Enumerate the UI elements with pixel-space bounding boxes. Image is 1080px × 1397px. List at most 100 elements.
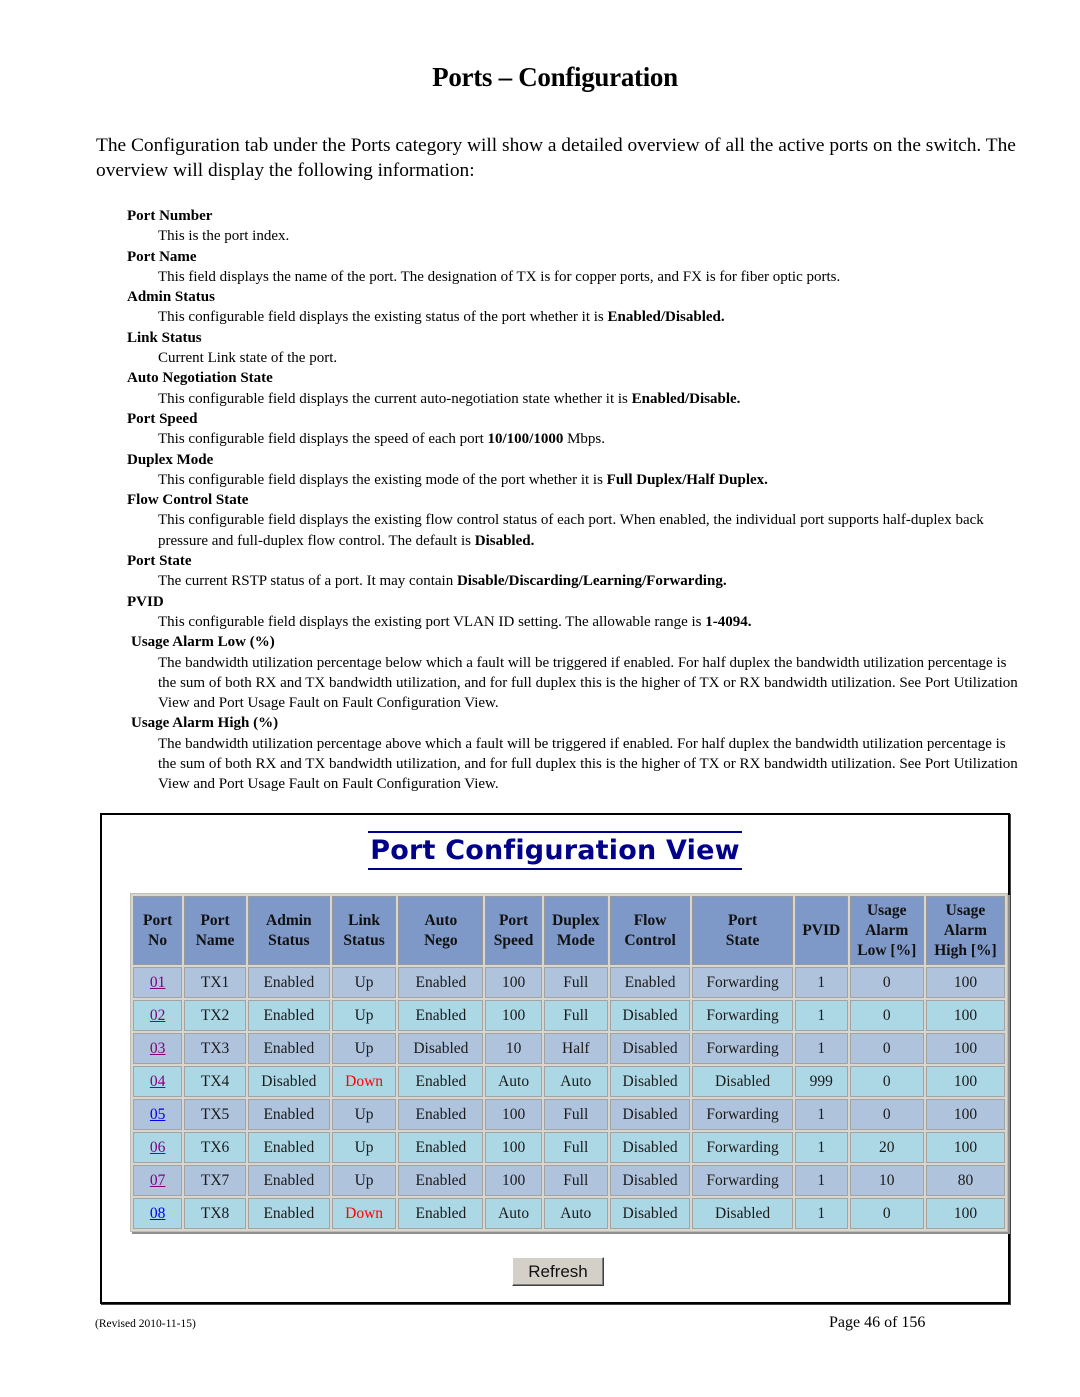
cell-value: 1 [817,973,826,991]
cell-link: Up [331,1132,397,1163]
cell-value: Forwarding [706,973,779,991]
cell-speed: 10 [485,1033,542,1064]
port-link[interactable]: 05 [150,1106,166,1123]
field-name: Flow Control State [127,492,249,509]
cell-low: 0 [849,967,924,998]
column-header-text: Admin [266,911,312,929]
table-row: 01 TX1 Enabled Up Enabled 100 Full Enabled Forwa… [133,967,1005,998]
cell-value: 0 [882,1072,891,1090]
cell-speed: Auto [485,1066,542,1097]
cell-port-no: 04 [133,1066,183,1097]
column-header-text: Flow [633,911,667,929]
cell-admin: Enabled [247,1099,330,1130]
column-header-text: Auto [424,911,458,929]
cell-value: 1 [817,1171,826,1189]
port-link[interactable]: 06 [150,1139,166,1156]
cell-state: Forwarding [692,1099,793,1130]
cell-name: TX1 [184,967,246,998]
column-header: Auto Nego [398,896,484,965]
cell-value: 10 [505,1039,522,1057]
refresh-button[interactable]: Refresh [512,1257,604,1286]
cell-value: 100 [953,1072,978,1090]
port-link[interactable]: 02 [150,1007,166,1024]
port-link[interactable]: 01 [150,974,166,991]
cell-value: Up [354,1138,374,1156]
cell-value: Forwarding [706,1006,779,1024]
cell-link: Up [331,1033,397,1064]
port-link[interactable]: 08 [150,1205,166,1222]
field-description: Current Link state of the port. [127,348,1022,368]
cell-value: Full [563,1138,589,1156]
page-title: Ports – Configuration [432,62,678,92]
cell-value: Disabled [622,1105,678,1123]
column-header-text: Control [624,931,676,949]
cell-low: 0 [849,1099,924,1130]
field-description-text: This field displays the name of the port… [158,268,841,285]
cell-value: 100 [953,1204,978,1222]
cell-flow: Disabled [609,1066,691,1097]
field-name: Link Status [127,329,202,346]
intro-paragraph: The Configuration tab under the Ports ca… [96,135,1016,181]
cell-value: Enabled [263,1171,315,1189]
field-description: This configurable field displays the exi… [127,470,1022,490]
field-name: Usage Alarm Low (%) [131,634,275,651]
cell-value: TX6 [200,1138,230,1156]
view-title: Port Configuration View [368,831,742,870]
cell-value: 1 [817,1105,826,1123]
port-link[interactable]: 03 [150,1040,166,1057]
cell-name: TX6 [184,1132,246,1163]
cell-pvid: 1 [794,1165,848,1196]
cell-link: Up [331,1000,397,1031]
cell-value: Disabled [622,1072,678,1090]
column-header-text: State [725,931,760,949]
cell-value: Down [345,1072,384,1090]
field-description-text: This configurable field displays the exi… [158,471,607,488]
field-name: PVID [127,593,164,610]
cell-value: Auto [498,1204,530,1222]
cell-duplex: Auto [543,1066,608,1097]
cell-high: 100 [925,967,1005,998]
field-description: This configurable field displays the spe… [127,429,1022,449]
cell-value: Enabled [624,973,676,991]
cell-value: Enabled [415,973,467,991]
cell-admin: Enabled [247,1165,330,1196]
column-header-text: Port [200,911,230,929]
column-header-text: Duplex [552,911,600,929]
cell-link: Up [331,1099,397,1130]
cell-pvid: 1 [794,1000,848,1031]
cell-value: Up [354,973,374,991]
cell-state: Forwarding [692,1132,793,1163]
port-link[interactable]: 04 [150,1073,166,1090]
cell-flow: Enabled [609,967,691,998]
cell-port-no: 05 [133,1099,183,1130]
cell-pvid: 1 [794,1099,848,1130]
field-name: Port Number [127,208,213,224]
column-header: Usage Alarm Low [%] [849,896,924,965]
cell-flow: Disabled [609,1198,691,1229]
column-header-text: Low [%] [857,941,917,959]
cell-value: Enabled [415,1138,467,1156]
cell-value: Disabled [622,1039,678,1057]
cell-name: TX2 [184,1000,246,1031]
cell-value: 100 [953,973,978,991]
column-header-text: Usage [945,901,986,919]
cell-value: 100 [501,973,526,991]
cell-duplex: Full [543,1132,608,1163]
field-description-emphasis: Enabled/Disabled. [607,309,725,326]
column-header-text: Nego [424,931,458,949]
cell-value: 100 [953,1138,978,1156]
cell-port-no: 02 [133,1000,183,1031]
port-link[interactable]: 07 [150,1172,166,1189]
cell-value: Full [563,1105,589,1123]
cell-port-no: 03 [133,1033,183,1064]
cell-value: Enabled [415,1204,467,1222]
cell-value: 0 [882,1105,891,1123]
cell-value: Disabled [622,1171,678,1189]
column-header-text: Alarm [865,921,909,939]
cell-value: Full [563,973,589,991]
field-name: Port State [127,553,192,570]
cell-value: 1 [817,1138,826,1156]
cell-value: Disabled [413,1039,469,1057]
cell-value: Up [354,1006,374,1024]
cell-value: Disabled [622,1204,678,1222]
